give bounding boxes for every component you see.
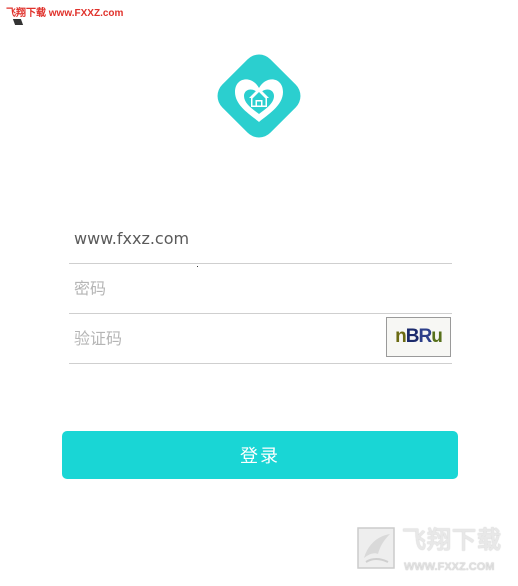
account-input[interactable] <box>74 214 444 263</box>
bottom-watermark: 飞翔下载 WWW.FXXZ.COM <box>354 524 514 580</box>
captcha-input[interactable] <box>74 314 374 363</box>
watermark-title: 飞翔下载 <box>402 526 502 554</box>
captcha-image[interactable]: nBRu <box>386 317 451 357</box>
account-field <box>69 214 452 264</box>
heart-home-logo-icon <box>217 54 301 138</box>
back-icon[interactable] <box>12 19 24 25</box>
password-field <box>69 264 452 314</box>
watermark-url: WWW.FXXZ.COM <box>404 561 495 573</box>
captcha-field: nBRu <box>69 314 452 364</box>
login-screen: 飞翔下载 www.FXXZ.com nBRu 登录 飞翔下载 WWW.FXXZ.… <box>0 0 518 586</box>
captcha-char: u <box>431 326 443 347</box>
login-button[interactable]: 登录 <box>62 431 458 479</box>
watermark-logo-icon <box>357 527 395 569</box>
captcha-char: R <box>418 326 433 347</box>
captcha-char: n <box>395 326 407 347</box>
captcha-char: B <box>405 326 420 347</box>
top-watermark: 飞翔下载 www.FXXZ.com <box>6 8 124 19</box>
password-input[interactable] <box>74 264 444 313</box>
